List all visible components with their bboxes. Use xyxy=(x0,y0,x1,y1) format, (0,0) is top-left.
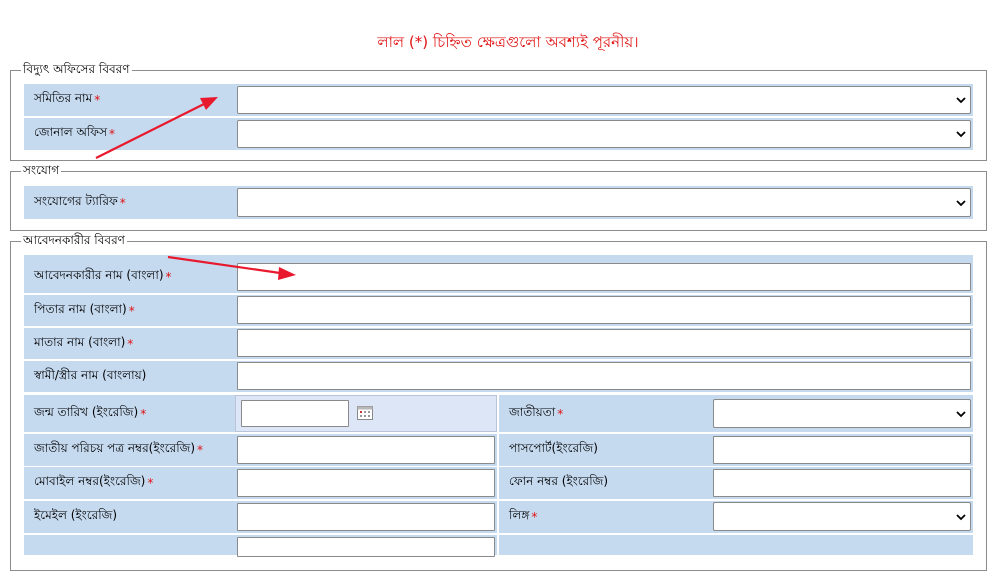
chevron-down-icon xyxy=(956,513,966,520)
passport-input[interactable] xyxy=(713,436,971,464)
somiti-select[interactable] xyxy=(237,86,971,114)
mobile-input[interactable] xyxy=(237,469,495,497)
chevron-down-icon xyxy=(956,97,966,104)
calendar-icon[interactable] xyxy=(357,406,373,420)
passport-label: পাসপোর্ট(ইংরেজি) xyxy=(499,434,710,466)
mother-name-input[interactable] xyxy=(237,329,971,357)
somiti-label: সমিতির নাম * xyxy=(24,84,235,116)
mother-name-label: মাতার নাম (বাংলা) * xyxy=(24,328,235,359)
next-row-field-cell-right xyxy=(710,535,973,555)
applicant-section-legend: আবেদনকারীর বিবরণ xyxy=(21,233,127,247)
tariff-label: সংযোগের ট্যারিফ * xyxy=(24,186,235,219)
office-section-legend: বিদ্যুৎ অফিসের বিবরণ xyxy=(21,62,132,76)
phone-label: ফোন নম্বর (ইংরেজি) xyxy=(499,467,710,499)
applicant-name-label: আবেদনকারীর নাম (বাংলা) * xyxy=(24,261,235,293)
applicant-name-input[interactable] xyxy=(237,263,971,291)
required-notice: লাল (*) চিহ্নিত ক্ষেত্রগুলো অবশ্যই পূরনী… xyxy=(377,33,639,51)
dob-input[interactable] xyxy=(241,400,349,427)
zonal-office-select[interactable] xyxy=(237,120,971,148)
father-name-input[interactable] xyxy=(237,296,971,324)
spouse-name-label: স্বামী/স্ত্রীর নাম (বাংলায়) xyxy=(24,361,235,392)
phone-input[interactable] xyxy=(713,469,971,497)
next-row-label-cell-right xyxy=(499,535,710,555)
next-row-input[interactable] xyxy=(237,537,495,557)
tariff-select[interactable] xyxy=(237,188,971,217)
father-name-label: পিতার নাম (বাংলা) * xyxy=(24,295,235,326)
chevron-down-icon xyxy=(956,199,966,206)
zonal-label: জোনাল অফিস * xyxy=(24,118,235,150)
chevron-down-icon xyxy=(956,410,966,417)
nationality-select[interactable] xyxy=(713,399,971,428)
next-row-label-cell xyxy=(24,535,235,555)
gender-label: লিঙ্গ * xyxy=(499,501,710,533)
dob-label: জন্ম তারিখ (ইংরেজি) * xyxy=(24,395,235,432)
email-label: ইমেইল (ইংরেজি) xyxy=(24,501,235,533)
mobile-label: মোবাইল নম্বর(ইংরেজি) * xyxy=(24,467,235,499)
nationality-label: জাতীয়তা * xyxy=(499,395,710,432)
chevron-down-icon xyxy=(956,131,966,138)
email-input[interactable] xyxy=(237,503,495,531)
nid-input[interactable] xyxy=(237,436,495,464)
spouse-name-input[interactable] xyxy=(237,362,971,390)
connection-section-legend: সংযোগ xyxy=(21,163,62,177)
gender-select[interactable] xyxy=(713,502,971,531)
nid-label: জাতীয় পরিচয় পত্র নম্বর(ইংরেজি) * xyxy=(24,434,235,466)
